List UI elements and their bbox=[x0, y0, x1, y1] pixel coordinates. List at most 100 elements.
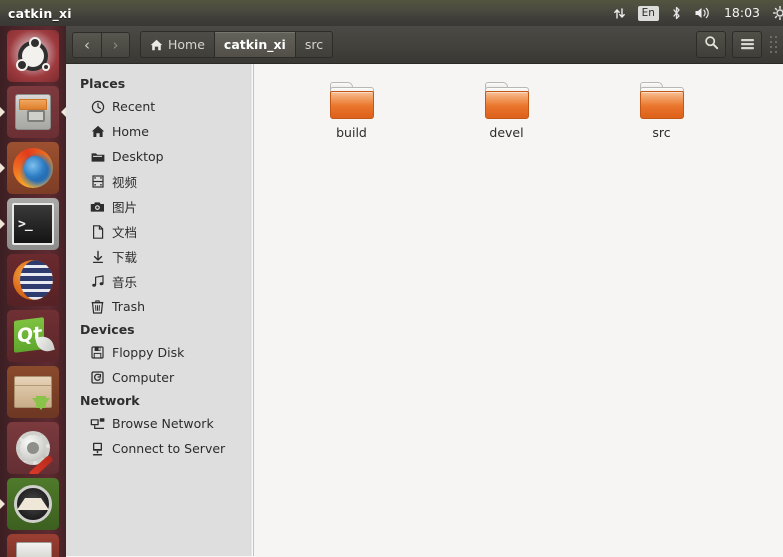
file-item[interactable]: build bbox=[274, 78, 429, 164]
launcher-item-eclipse[interactable] bbox=[0, 254, 66, 306]
sidebar-item-floppy-disk[interactable]: Floppy Disk bbox=[66, 340, 253, 365]
file-label: devel bbox=[489, 125, 524, 140]
window-body: Places Recent Home Desktop 视频 图片 文档 下载 音… bbox=[66, 64, 783, 556]
sidebar-label-connect-to-server: Connect to Server bbox=[112, 441, 226, 456]
sidebar-label-documents: 文档 bbox=[112, 225, 138, 240]
top-panel: catkin_xi En 18:03 bbox=[0, 0, 783, 26]
breadcrumb-item-catkin-xi[interactable]: catkin_xi bbox=[213, 31, 295, 58]
eclipse-icon bbox=[7, 254, 59, 306]
clock-icon bbox=[90, 99, 105, 114]
ubuntu-software-icon bbox=[7, 366, 59, 418]
sidebar-item-recent[interactable]: Recent bbox=[66, 94, 253, 119]
folder-icon bbox=[484, 82, 530, 120]
sidebar-item-videos[interactable]: 视频 bbox=[66, 169, 253, 194]
file-list-view[interactable]: build devel src bbox=[254, 64, 783, 556]
file-item[interactable]: devel bbox=[429, 78, 584, 164]
keyboard-layout-label: En bbox=[637, 5, 659, 21]
session-gear-icon[interactable] bbox=[767, 0, 783, 26]
ubuntu-logo bbox=[16, 37, 50, 71]
camera-icon bbox=[90, 199, 105, 214]
download-icon bbox=[90, 249, 105, 264]
file-cabinet-glyph bbox=[15, 94, 51, 130]
sidebar-label-home: Home bbox=[112, 124, 149, 139]
music-icon bbox=[90, 274, 105, 289]
sidebar-label-music: 音乐 bbox=[112, 275, 138, 290]
breadcrumb-label-src: src bbox=[304, 37, 324, 52]
network-browse-icon bbox=[90, 416, 105, 431]
bluetooth-icon[interactable] bbox=[665, 0, 688, 26]
qt-glyph: Qt bbox=[14, 319, 55, 354]
sidebar-item-documents[interactable]: 文档 bbox=[66, 219, 253, 244]
terminal-prompt-glyph: >_ bbox=[12, 203, 54, 245]
launcher-item-qt-creator[interactable]: Qt bbox=[0, 310, 66, 362]
launcher-item-ubuntu-dash[interactable] bbox=[0, 30, 66, 82]
sidebar-label-computer: Computer bbox=[112, 370, 175, 385]
window-grip-handle[interactable] bbox=[769, 34, 779, 56]
firefox-icon bbox=[7, 142, 59, 194]
gazebo-icon bbox=[7, 478, 59, 530]
sidebar-header-network: Network bbox=[80, 393, 140, 408]
navigation-buttons: ‹ › bbox=[72, 31, 130, 58]
folder-icon bbox=[329, 82, 375, 120]
forward-button[interactable]: › bbox=[101, 31, 130, 58]
floppy-icon bbox=[90, 345, 105, 360]
ubuntu-dash-icon bbox=[7, 30, 59, 82]
breadcrumb-label-home: Home bbox=[168, 37, 205, 52]
launcher-item-ubuntu-software[interactable] bbox=[0, 366, 66, 418]
gazebo-glyph bbox=[14, 485, 52, 523]
eclipse-glyph bbox=[13, 260, 53, 300]
sidebar-item-trash[interactable]: Trash bbox=[66, 294, 253, 319]
clock[interactable]: 18:03 bbox=[717, 0, 767, 26]
launcher-item-partial[interactable] bbox=[7, 534, 59, 557]
sidebar-item-browse-network[interactable]: Browse Network bbox=[66, 411, 253, 436]
computer-icon bbox=[90, 370, 105, 385]
qt-creator-icon: Qt bbox=[7, 310, 59, 362]
file-item[interactable]: src bbox=[584, 78, 739, 164]
breadcrumb: Home catkin_xi src bbox=[140, 31, 334, 58]
sidebar-label-videos: 视频 bbox=[112, 175, 138, 190]
menu-button[interactable] bbox=[732, 31, 762, 58]
launcher-item-terminal[interactable]: >_ bbox=[0, 198, 66, 250]
file-manager-toolbar: ‹ › Home catkin_xi src bbox=[66, 26, 783, 64]
server-connect-icon bbox=[90, 441, 105, 456]
volume-icon[interactable] bbox=[688, 0, 717, 26]
launcher-item-firefox[interactable] bbox=[0, 142, 66, 194]
back-button[interactable]: ‹ bbox=[72, 31, 101, 58]
launcher-item-system-settings[interactable] bbox=[0, 422, 66, 474]
sidebar-item-home[interactable]: Home bbox=[66, 119, 253, 144]
focused-indicator-right bbox=[61, 107, 66, 117]
hamburger-menu-icon bbox=[740, 35, 755, 54]
unity-launcher: >_ Qt bbox=[0, 26, 66, 557]
sidebar-item-connect-to-server[interactable]: Connect to Server bbox=[66, 436, 253, 461]
firefox-glyph bbox=[13, 148, 53, 188]
network-updown-icon[interactable] bbox=[607, 0, 632, 26]
search-icon bbox=[704, 35, 719, 54]
panel-app-title[interactable]: catkin_xi bbox=[8, 6, 72, 21]
running-indicator-left bbox=[0, 163, 5, 173]
sidebar-label-recent: Recent bbox=[112, 99, 156, 114]
sidebar-item-music[interactable]: 音乐 bbox=[66, 269, 253, 294]
launcher-item-files[interactable] bbox=[0, 86, 66, 138]
system-tray: En 18:03 bbox=[607, 0, 783, 26]
sidebar-header-devices: Devices bbox=[80, 322, 135, 337]
sidebar-item-downloads[interactable]: 下载 bbox=[66, 244, 253, 269]
launcher-item-gazebo[interactable] bbox=[0, 478, 66, 530]
sidebar-header-places: Places bbox=[80, 76, 126, 91]
breadcrumb-label-catkin-xi: catkin_xi bbox=[223, 37, 286, 52]
folder-icon bbox=[90, 149, 105, 164]
sidebar-item-computer[interactable]: Computer bbox=[66, 365, 253, 390]
file-label: build bbox=[336, 125, 367, 140]
search-button[interactable] bbox=[696, 31, 726, 58]
sidebar-item-desktop[interactable]: Desktop bbox=[66, 144, 253, 169]
places-sidebar: Places Recent Home Desktop 视频 图片 文档 下载 音… bbox=[66, 64, 254, 556]
sidebar-label-trash: Trash bbox=[112, 299, 146, 314]
home-icon bbox=[150, 39, 163, 51]
icon-grid: build devel src bbox=[254, 78, 783, 164]
folder-icon bbox=[639, 82, 685, 120]
video-icon bbox=[90, 174, 105, 189]
keyboard-layout-indicator[interactable]: En bbox=[632, 0, 665, 26]
sidebar-label-pictures: 图片 bbox=[112, 200, 138, 215]
sidebar-item-pictures[interactable]: 图片 bbox=[66, 194, 253, 219]
breadcrumb-item-src[interactable]: src bbox=[294, 31, 334, 58]
breadcrumb-item-home[interactable]: Home bbox=[140, 31, 214, 58]
